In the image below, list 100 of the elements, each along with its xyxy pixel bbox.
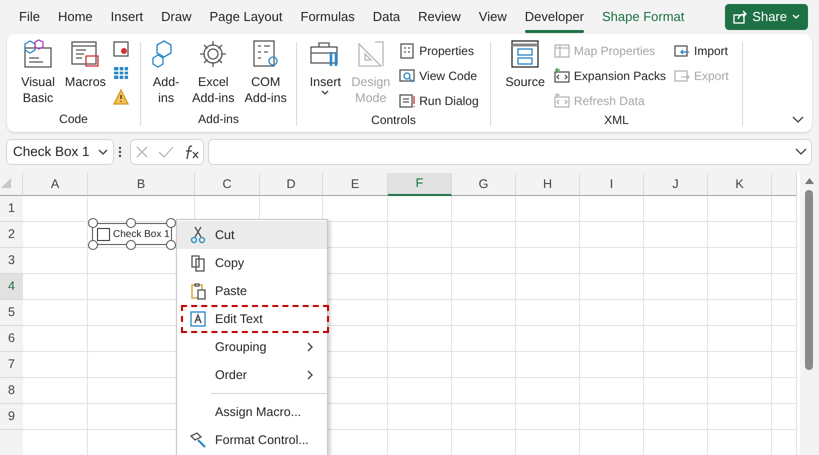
- ribbon-button[interactable]: Properties: [397, 38, 481, 63]
- sheet-cell[interactable]: [516, 326, 580, 352]
- ribbon-button[interactable]: Source: [502, 38, 548, 90]
- menu-tab[interactable]: Insert: [102, 4, 152, 30]
- menu-tab[interactable]: File: [10, 4, 49, 30]
- sheet-cell[interactable]: [23, 222, 88, 248]
- select-all-button[interactable]: [0, 173, 23, 196]
- ribbon-button[interactable]: Excel Add-ins: [189, 38, 238, 106]
- sheet-cell[interactable]: [644, 326, 708, 352]
- column-header[interactable]: H: [516, 173, 580, 196]
- menu-item[interactable]: Assign Macro...: [177, 398, 327, 426]
- sheet-cell[interactable]: [23, 196, 88, 222]
- menu-tab[interactable]: Formulas: [292, 4, 364, 30]
- row-header[interactable]: 2: [0, 222, 23, 248]
- sheet-cell[interactable]: [772, 378, 797, 404]
- menu-tab[interactable]: Shape Format: [593, 4, 694, 30]
- ribbon-button[interactable]: View Code: [397, 63, 481, 88]
- column-header[interactable]: J: [644, 173, 708, 196]
- sheet-cell[interactable]: [388, 274, 452, 300]
- menu-item[interactable]: Paste: [177, 277, 327, 305]
- menu-item[interactable]: Order: [177, 361, 327, 389]
- enter-button[interactable]: [158, 145, 174, 159]
- menu-tab[interactable]: Data: [364, 4, 410, 30]
- sheet-cell[interactable]: [388, 300, 452, 326]
- sheet-cell[interactable]: [23, 404, 88, 430]
- sheet-cell[interactable]: [772, 352, 797, 378]
- menu-item[interactable]: Edit Text: [181, 305, 329, 333]
- sheet-cell[interactable]: [644, 300, 708, 326]
- column-header[interactable]: [772, 173, 797, 196]
- cancel-button[interactable]: [135, 145, 150, 159]
- sheet-cell[interactable]: [23, 274, 88, 300]
- column-header[interactable]: E: [323, 173, 388, 196]
- ribbon-icon-button[interactable]: [112, 88, 129, 106]
- sheet-cell[interactable]: [516, 222, 580, 248]
- sheet-cell[interactable]: [580, 404, 644, 430]
- sheet-cell[interactable]: [708, 300, 772, 326]
- column-header[interactable]: B: [88, 173, 195, 196]
- sheet-cell[interactable]: [23, 326, 88, 352]
- ribbon-button[interactable]: Insert: [306, 38, 344, 96]
- row-header[interactable]: 1: [0, 196, 23, 222]
- checkbox-control[interactable]: Check Box 1: [92, 223, 172, 245]
- sheet-cell[interactable]: [772, 274, 797, 300]
- sheet-cell[interactable]: [388, 222, 452, 248]
- sheet-cell[interactable]: [388, 352, 452, 378]
- sheet-cell[interactable]: [708, 378, 772, 404]
- sheet-cell[interactable]: [772, 326, 797, 352]
- ribbon-button[interactable]: Macros: [62, 38, 109, 90]
- menu-item[interactable]: Grouping: [177, 333, 327, 361]
- column-header[interactable]: G: [452, 173, 516, 196]
- sheet-cell[interactable]: [516, 352, 580, 378]
- sheet-cell[interactable]: [452, 326, 516, 352]
- sheet-cell[interactable]: [580, 196, 644, 222]
- column-header[interactable]: D: [260, 173, 323, 196]
- menu-tab[interactable]: Draw: [152, 4, 200, 30]
- sheet-cell[interactable]: [708, 196, 772, 222]
- sheet-cell[interactable]: [516, 404, 580, 430]
- column-header[interactable]: I: [580, 173, 644, 196]
- menu-tab[interactable]: Review: [409, 4, 470, 30]
- sheet-cell[interactable]: [580, 378, 644, 404]
- collapse-ribbon-button[interactable]: [792, 116, 804, 124]
- sheet-cell[interactable]: [708, 404, 772, 430]
- sheet-cell[interactable]: [388, 378, 452, 404]
- row-header[interactable]: 4: [0, 274, 23, 300]
- sheet-cell[interactable]: [708, 326, 772, 352]
- row-header[interactable]: 9: [0, 404, 23, 430]
- sheet-cell[interactable]: [23, 352, 88, 378]
- column-header[interactable]: F: [388, 173, 452, 196]
- sheet-cell[interactable]: [452, 352, 516, 378]
- ribbon-button[interactable]: Visual Basic: [18, 38, 58, 106]
- sheet-cell[interactable]: [644, 274, 708, 300]
- menu-tab[interactable]: Home: [48, 4, 102, 30]
- sheet-cell[interactable]: [516, 378, 580, 404]
- ribbon-button[interactable]: COM Add-ins: [242, 38, 290, 106]
- row-header[interactable]: 8: [0, 378, 23, 404]
- row-header[interactable]: 5: [0, 300, 23, 326]
- column-header[interactable]: C: [195, 173, 260, 196]
- ribbon-icon-button[interactable]: [112, 40, 129, 58]
- sheet-cell[interactable]: [516, 274, 580, 300]
- sheet-cell[interactable]: [772, 404, 797, 430]
- row-header[interactable]: [0, 430, 23, 455]
- menu-tab[interactable]: Page Layout: [200, 4, 292, 30]
- sheet-cell[interactable]: [644, 378, 708, 404]
- sheet-cell[interactable]: [772, 196, 797, 222]
- sheet-cell[interactable]: [644, 404, 708, 430]
- sheet-cell[interactable]: [388, 404, 452, 430]
- name-box[interactable]: Check Box 1: [6, 139, 114, 165]
- sheet-cell[interactable]: [23, 300, 88, 326]
- menu-tab[interactable]: View: [470, 4, 516, 30]
- ribbon-button[interactable]: Import: [672, 38, 731, 63]
- menu-item[interactable]: Copy: [177, 249, 327, 277]
- ribbon-icon-button[interactable]: [112, 64, 129, 82]
- scrollbar-thumb[interactable]: [805, 190, 813, 370]
- sheet-cell[interactable]: [580, 274, 644, 300]
- sheet-cell[interactable]: [23, 248, 88, 274]
- sheet-cell[interactable]: [452, 196, 516, 222]
- sheet-cell[interactable]: [708, 248, 772, 274]
- sheet-cell[interactable]: [644, 196, 708, 222]
- sheet-cell[interactable]: [580, 222, 644, 248]
- sheet-cell[interactable]: [452, 222, 516, 248]
- menu-item[interactable]: Format Control...: [177, 426, 327, 454]
